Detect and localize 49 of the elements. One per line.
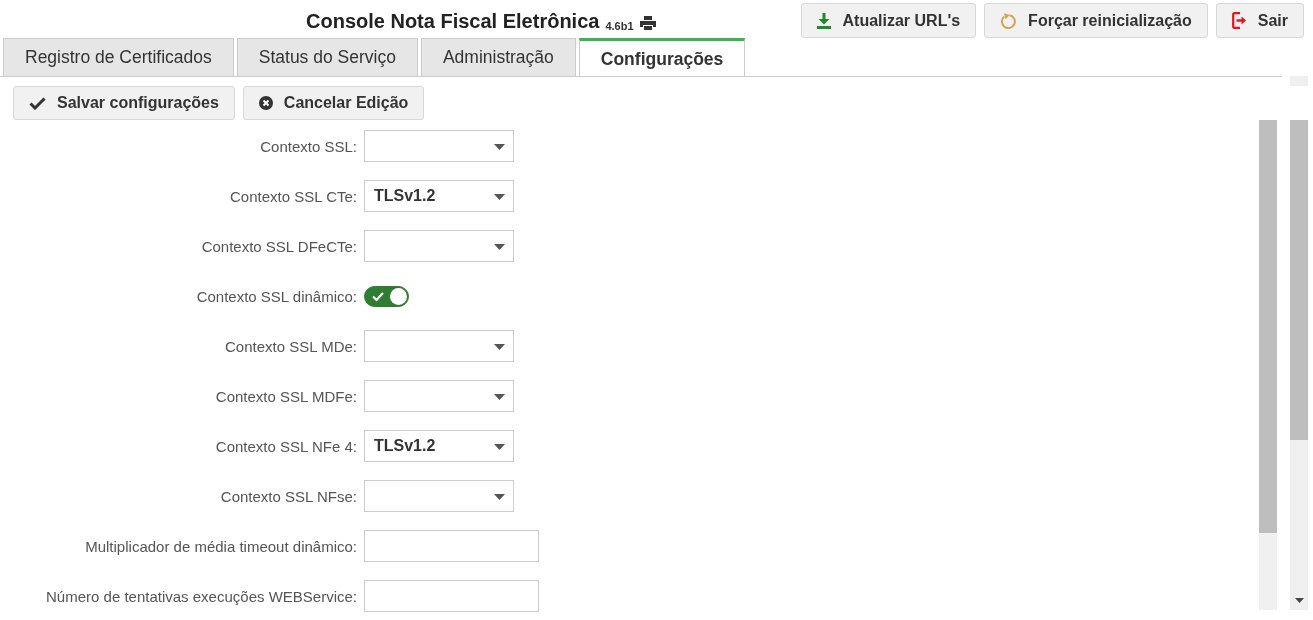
check-icon	[29, 96, 46, 110]
printer-icon[interactable]	[639, 15, 656, 30]
caret-icon	[494, 394, 505, 400]
caret-icon	[494, 144, 505, 150]
select-field[interactable]: TLSv1.2	[364, 180, 514, 212]
toggle-switch[interactable]	[364, 285, 409, 307]
select-field[interactable]: TLSv1.2	[364, 430, 514, 462]
field-label: Contexto SSL NFse:	[220, 487, 357, 505]
input-field[interactable]	[364, 580, 539, 612]
field-label: Contexto SSL dinâmico:	[196, 287, 357, 305]
download-icon	[816, 12, 831, 29]
select-field[interactable]	[364, 130, 514, 162]
tab[interactable]: Status do Serviço	[236, 38, 418, 76]
field-label: Contexto SSL:	[260, 137, 357, 155]
field-label: Contexto SSL NFe 4:	[215, 437, 357, 455]
select-field[interactable]	[364, 230, 514, 262]
cancel-button[interactable]: Cancelar Edição	[242, 86, 425, 120]
caret-icon	[494, 444, 505, 450]
tab[interactable]: Configurações	[578, 38, 746, 76]
field-label: Contexto SSL DFeCTe:	[201, 237, 357, 255]
save-button[interactable]: Salvar configurações	[13, 86, 235, 120]
caret-icon	[494, 494, 505, 500]
update-button[interactable]: Atualizar URL's	[800, 3, 977, 38]
logout-button[interactable]: Sair	[1215, 3, 1304, 38]
tab[interactable]: Administração	[420, 38, 576, 76]
exit-icon	[1231, 12, 1246, 29]
field-label: Contexto SSL MDe:	[225, 337, 357, 355]
version-label: 4.6b1	[605, 20, 634, 32]
cancel-icon	[258, 96, 273, 110]
field-label: Contexto SSL MDFe:	[215, 387, 357, 405]
refresh-icon	[1000, 12, 1017, 29]
page-title: Console Nota Fiscal Eletrônica	[306, 9, 600, 32]
select-field[interactable]	[364, 380, 514, 412]
tab[interactable]: Registro de Certificados	[3, 38, 234, 76]
select-field[interactable]	[364, 480, 514, 512]
caret-icon	[494, 244, 505, 250]
select-field[interactable]	[364, 330, 514, 362]
field-label: Contexto SSL CTe:	[230, 187, 357, 205]
caret-icon	[494, 194, 505, 200]
input-field[interactable]	[364, 530, 539, 562]
scrollbar-track[interactable]	[1259, 120, 1277, 610]
scrollbar-thumb[interactable]	[1290, 120, 1308, 440]
field-label: Multiplicador de média timeout dinâmico:	[85, 537, 357, 555]
restart-button[interactable]: Forçar reinicialização	[984, 3, 1208, 38]
scrollbar-thumb[interactable]	[1259, 120, 1277, 533]
field-label: Número de tentativas execuções WEBService:	[46, 587, 357, 605]
caret-icon	[494, 344, 505, 350]
scrollbar-track[interactable]	[1290, 120, 1308, 610]
scroll-down-icon[interactable]	[1294, 598, 1304, 603]
